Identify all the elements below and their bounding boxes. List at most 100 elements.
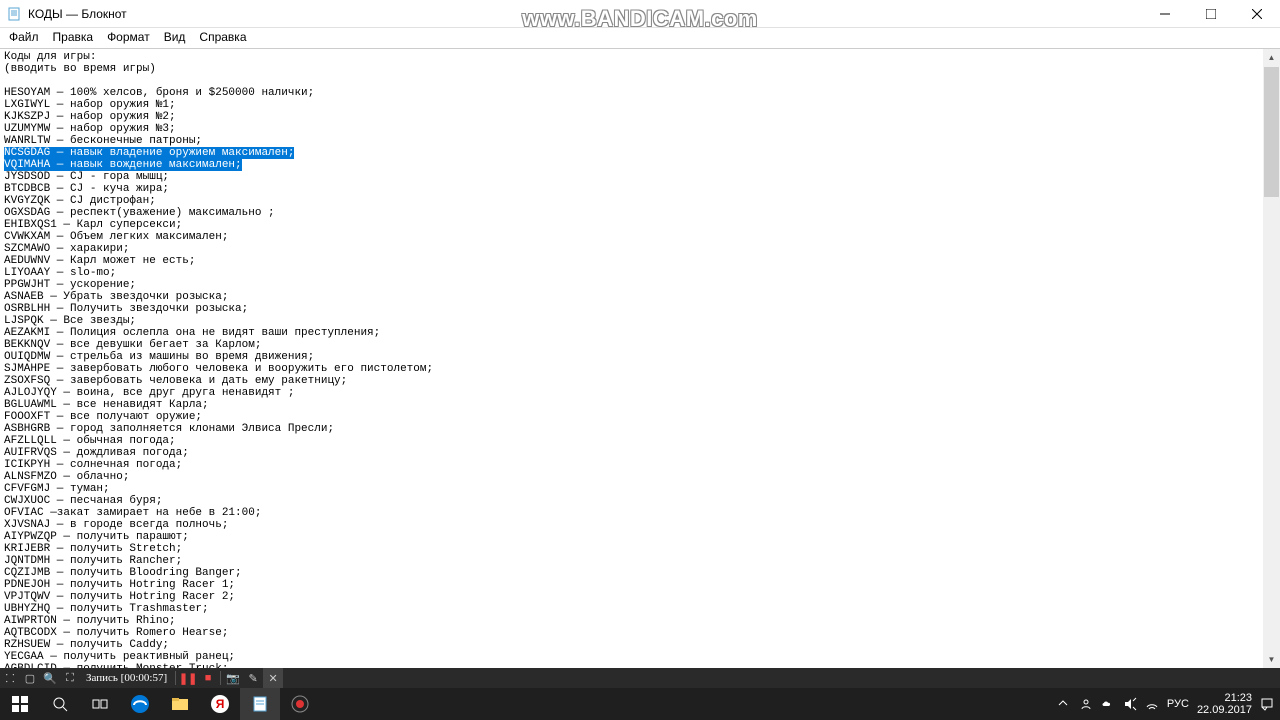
text-line: OUIQDMW — стрельба из машины во время дв… [4,351,1276,363]
text-line: LXGIWYL — набор оружия №1; [4,99,1276,111]
tray-time: 21:23 [1197,692,1252,704]
text-line: CFVFGMJ — туман; [4,483,1276,495]
bc-stop-icon[interactable]: ■ [198,668,218,688]
taskbar-taskview-icon[interactable] [80,688,120,720]
text-line: BEKKNQV — все девушки бегает за Карлом; [4,339,1276,351]
bc-record-time: [00:00:57] [121,672,167,684]
bc-search-icon[interactable]: 🔍 [40,668,60,688]
text-line: SZCMAWO — харакири; [4,243,1276,255]
tray-notifications-icon[interactable] [1260,697,1274,711]
close-button[interactable] [1234,0,1280,28]
editor-area: Коды для игры:(вводить во время игры) HE… [0,48,1280,668]
text-line: BTCDBCB — CJ - куча жира; [4,183,1276,195]
bc-rect-icon[interactable]: ▢ [20,668,40,688]
window-controls [1142,0,1280,28]
text-line: CWJXUOC — песчаная буря; [4,495,1276,507]
menu-item[interactable]: Формат [100,28,157,48]
text-line: AJLOJYQY — воина, все друг друга ненавид… [4,387,1276,399]
text-line: ICIKPYH — солнечная погода; [4,459,1276,471]
system-tray: РУС 21:23 22.09.2017 [1057,688,1280,720]
text-line: PDNEJOH — получить Hotring Racer 1; [4,579,1276,591]
text-line: CVWKXAM — Объем легких максимален; [4,231,1276,243]
bc-divider [175,671,176,685]
tray-people-icon[interactable] [1079,697,1093,711]
taskbar-search-icon[interactable] [40,688,80,720]
bc-record-label: Запись [86,672,118,684]
text-line: OGXSDAG — респект(уважение) максимально … [4,207,1276,219]
menu-item[interactable]: Справка [192,28,253,48]
bc-record-info: Запись [00:00:57] [80,672,173,684]
text-line: LIYOAAY — slo-mo; [4,267,1276,279]
text-line: BGLUAWML — все ненавидят Карла; [4,399,1276,411]
taskbar-yandex-icon[interactable]: Я [200,688,240,720]
tray-chevron-up-icon[interactable] [1057,697,1071,711]
window-title: КОДЫ — Блокнот [28,7,1142,21]
text-line: ASNAEB — Убрать звездочки розыска; [4,291,1276,303]
text-line [4,75,1276,87]
text-line: UBHYZHQ — получить Trashmaster; [4,603,1276,615]
text-line: ALNSFMZO — облачно; [4,471,1276,483]
text-line: KVGYZQK — CJ дистрофан; [4,195,1276,207]
text-line: Коды для игры: [4,51,1276,63]
menu-item[interactable]: Файл [2,28,46,48]
text-line: OSRBLHH — Получить звездочки розыска; [4,303,1276,315]
text-line: KJKSZPJ — набор оружия №2; [4,111,1276,123]
taskbar-edge-icon[interactable] [120,688,160,720]
text-line: XJVSNAJ — в городе всегда полночь; [4,519,1276,531]
bandicam-toolbar: ⸬ ▢ 🔍 ⛶ Запись [00:00:57] ❚❚ ■ 📷 ✎ ✕ [0,668,1280,688]
scrollbar-vertical[interactable]: ▲ ▼ [1263,49,1280,668]
minimize-button[interactable] [1142,0,1188,28]
bc-pause-icon[interactable]: ❚❚ [178,668,198,688]
title-bar: КОДЫ — Блокнот [0,0,1280,28]
text-line: AIWPRTON — получить Rhino; [4,615,1276,627]
text-line: VPJTQWV — получить Hotring Racer 2; [4,591,1276,603]
taskbar-notepad-icon[interactable] [240,688,280,720]
tray-volume-icon[interactable] [1123,697,1137,711]
text-line: OFVIAC —закат замирает на небе в 21:00; [4,507,1276,519]
tray-clock[interactable]: 21:23 22.09.2017 [1197,692,1252,716]
text-line: AUIFRVQS — дождливая погода; [4,447,1276,459]
start-button[interactable] [0,688,40,720]
scroll-thumb[interactable] [1264,67,1279,197]
tray-language[interactable]: РУС [1167,698,1189,710]
scroll-arrow-up-icon[interactable]: ▲ [1263,49,1280,66]
menu-bar: ФайлПравкаФорматВидСправка [0,28,1280,48]
text-line: VQIMAHA — навык вождение максимален; [4,159,1276,171]
text-line: FOOOXFT — все получают оружие; [4,411,1276,423]
text-line: AEZAKMI — Полиция ослепла она не видят в… [4,327,1276,339]
notepad-icon [6,6,22,22]
text-line: SJMAHPE — завербовать любого человека и … [4,363,1276,375]
scroll-arrow-down-icon[interactable]: ▼ [1263,651,1280,668]
text-editor[interactable]: Коды для игры:(вводить во время игры) HE… [0,49,1280,668]
tray-onedrive-icon[interactable] [1101,697,1115,711]
text-line: NCSGDAG — навык владение оружием максима… [4,147,1276,159]
menu-item[interactable]: Вид [157,28,193,48]
text-line: ZSOXFSQ — завербовать человека и дать ем… [4,375,1276,387]
text-line: JYSDSOD — CJ - гора мышц; [4,171,1276,183]
svg-text:Я: Я [216,697,225,711]
text-line: AFZLLQLL — обычная погода; [4,435,1276,447]
tray-date: 22.09.2017 [1197,704,1252,716]
menu-item[interactable]: Правка [46,28,101,48]
bc-divider [220,671,221,685]
text-line: EHIBXQS1 — Карл суперсекси; [4,219,1276,231]
bc-drag-icon[interactable]: ⸬ [0,668,20,688]
maximize-button[interactable] [1188,0,1234,28]
text-line: RZHSUEW — получить Caddy; [4,639,1276,651]
text-line: YECGAA — получить реактивный ранец; [4,651,1276,663]
bc-pencil-icon[interactable]: ✎ [243,668,263,688]
taskbar-bandicam-icon[interactable] [280,688,320,720]
text-line: (вводить во время игры) [4,63,1276,75]
text-line: AEDUWNV — Карл может не есть; [4,255,1276,267]
text-line: AIYPWZQP — получить парашют; [4,531,1276,543]
taskbar: Я РУС 21:23 22.09.2017 [0,688,1280,720]
bc-close-icon[interactable]: ✕ [263,668,283,688]
text-line: AQTBCODX — получить Romero Hearse; [4,627,1276,639]
text-line: KRIJEBR — получить Stretch; [4,543,1276,555]
taskbar-explorer-icon[interactable] [160,688,200,720]
bc-camera-icon[interactable]: 📷 [223,668,243,688]
bc-fullscreen-icon[interactable]: ⛶ [60,668,80,688]
text-line: CQZIJMB — получить Bloodring Banger; [4,567,1276,579]
text-line: UZUMYMW — набор оружия №3; [4,123,1276,135]
tray-network-icon[interactable] [1145,697,1159,711]
